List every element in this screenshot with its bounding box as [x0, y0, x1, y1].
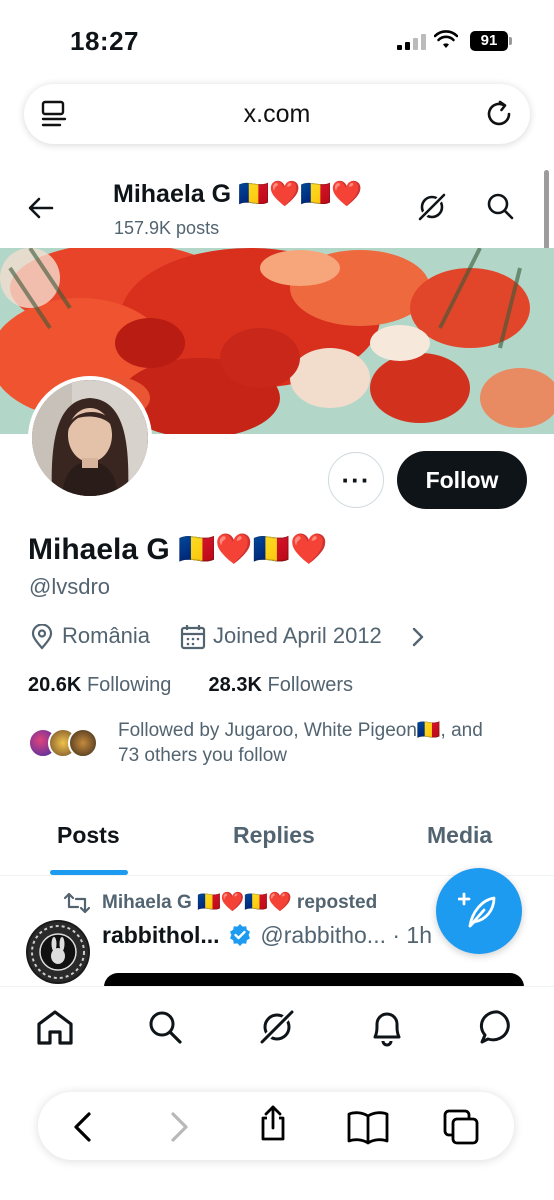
tabs-icon[interactable]	[442, 1108, 480, 1146]
tab-posts[interactable]: Posts	[57, 822, 120, 849]
back-arrow-icon[interactable]	[26, 193, 56, 223]
status-time: 18:27	[70, 26, 139, 56]
repost-icon	[64, 892, 90, 914]
browser-forward-icon[interactable]	[160, 1108, 198, 1146]
url-text[interactable]: x.com	[24, 100, 530, 129]
calendar-icon	[180, 625, 206, 650]
follow-button[interactable]: Follow	[397, 451, 527, 509]
profile-joined: Joined April 2012	[213, 623, 382, 648]
bottom-nav	[0, 986, 554, 1072]
profile-location: România	[62, 623, 151, 648]
followed-by-text: Followed by Jugaroo, White Pigeon🇷🇴, and…	[118, 718, 483, 768]
status-bar: 18:27 91	[0, 0, 554, 80]
home-icon[interactable]	[35, 1007, 75, 1047]
search-icon[interactable]	[145, 1007, 185, 1047]
wifi-icon	[434, 30, 458, 48]
post-author-handle[interactable]: @rabbitho...	[260, 922, 386, 948]
more-options-button[interactable]: ···	[328, 452, 384, 508]
follower-avatar	[68, 728, 98, 758]
share-icon[interactable]	[254, 1104, 292, 1142]
search-icon[interactable]	[484, 190, 516, 222]
post-time: · 1h	[392, 922, 433, 948]
post-header: rabbithol... @rabbitho... · 1h	[102, 922, 432, 949]
browser-back-icon[interactable]	[64, 1108, 102, 1146]
followers-link[interactable]: 28.3K Followers	[209, 674, 354, 696]
url-bar[interactable]: x.com	[24, 84, 530, 144]
bookmarks-icon[interactable]	[346, 1108, 390, 1146]
active-tab-indicator	[50, 870, 128, 875]
tab-media[interactable]: Media	[427, 822, 492, 849]
messages-icon[interactable]	[478, 1007, 518, 1047]
followers-label: Followers	[267, 674, 354, 696]
grok-icon[interactable]	[415, 190, 449, 224]
chevron-right-icon[interactable]	[410, 626, 426, 648]
following-count: 20.6K	[28, 674, 82, 696]
repost-label[interactable]: Mihaela G 🇷🇴❤️🇷🇴❤️ reposted	[102, 890, 377, 914]
following-link[interactable]: 20.6K Following	[28, 674, 177, 696]
signal-icon	[397, 34, 427, 50]
header-name: Mihaela G 🇷🇴❤️🇷🇴❤️	[113, 180, 363, 208]
followers-count: 28.3K	[208, 674, 262, 696]
profile-header: Mihaela G 🇷🇴❤️🇷🇴❤️ 157.9K posts	[0, 160, 554, 248]
header-post-count: 157.9K posts	[114, 218, 220, 238]
follow-stats: 20.6K Following 28.3K Followers	[28, 674, 353, 697]
profile-handle: @lvsdro	[29, 574, 111, 599]
avatar[interactable]	[28, 376, 152, 500]
battery-icon: 91	[470, 31, 512, 51]
avatar-photo	[32, 380, 148, 496]
profile-tabs: Posts Replies Media	[0, 810, 554, 876]
followed-by[interactable]: Followed by Jugaroo, White Pigeon🇷🇴, and…	[28, 718, 528, 774]
notifications-icon[interactable]	[367, 1007, 407, 1047]
verified-badge-icon	[229, 924, 250, 946]
followed-by-line2: 73 others you follow	[118, 745, 287, 766]
location-icon	[31, 624, 53, 650]
followed-by-line1: Followed by Jugaroo, White Pigeon🇷🇴, and	[118, 720, 483, 741]
reload-icon[interactable]	[483, 98, 515, 130]
tab-replies[interactable]: Replies	[233, 822, 315, 849]
compose-post-button[interactable]	[436, 868, 522, 954]
post-author-name[interactable]: rabbithol...	[102, 922, 220, 948]
safari-toolbar	[38, 1092, 514, 1160]
scrollbar[interactable]	[544, 170, 549, 260]
post-author-avatar[interactable]	[26, 920, 90, 984]
profile-display-name: Mihaela G 🇷🇴❤️🇷🇴❤️	[28, 533, 328, 566]
grok-icon[interactable]	[257, 1007, 297, 1047]
rabbit-logo-icon	[28, 922, 88, 982]
following-label: Following	[86, 674, 172, 696]
compose-feather-icon	[458, 892, 496, 928]
